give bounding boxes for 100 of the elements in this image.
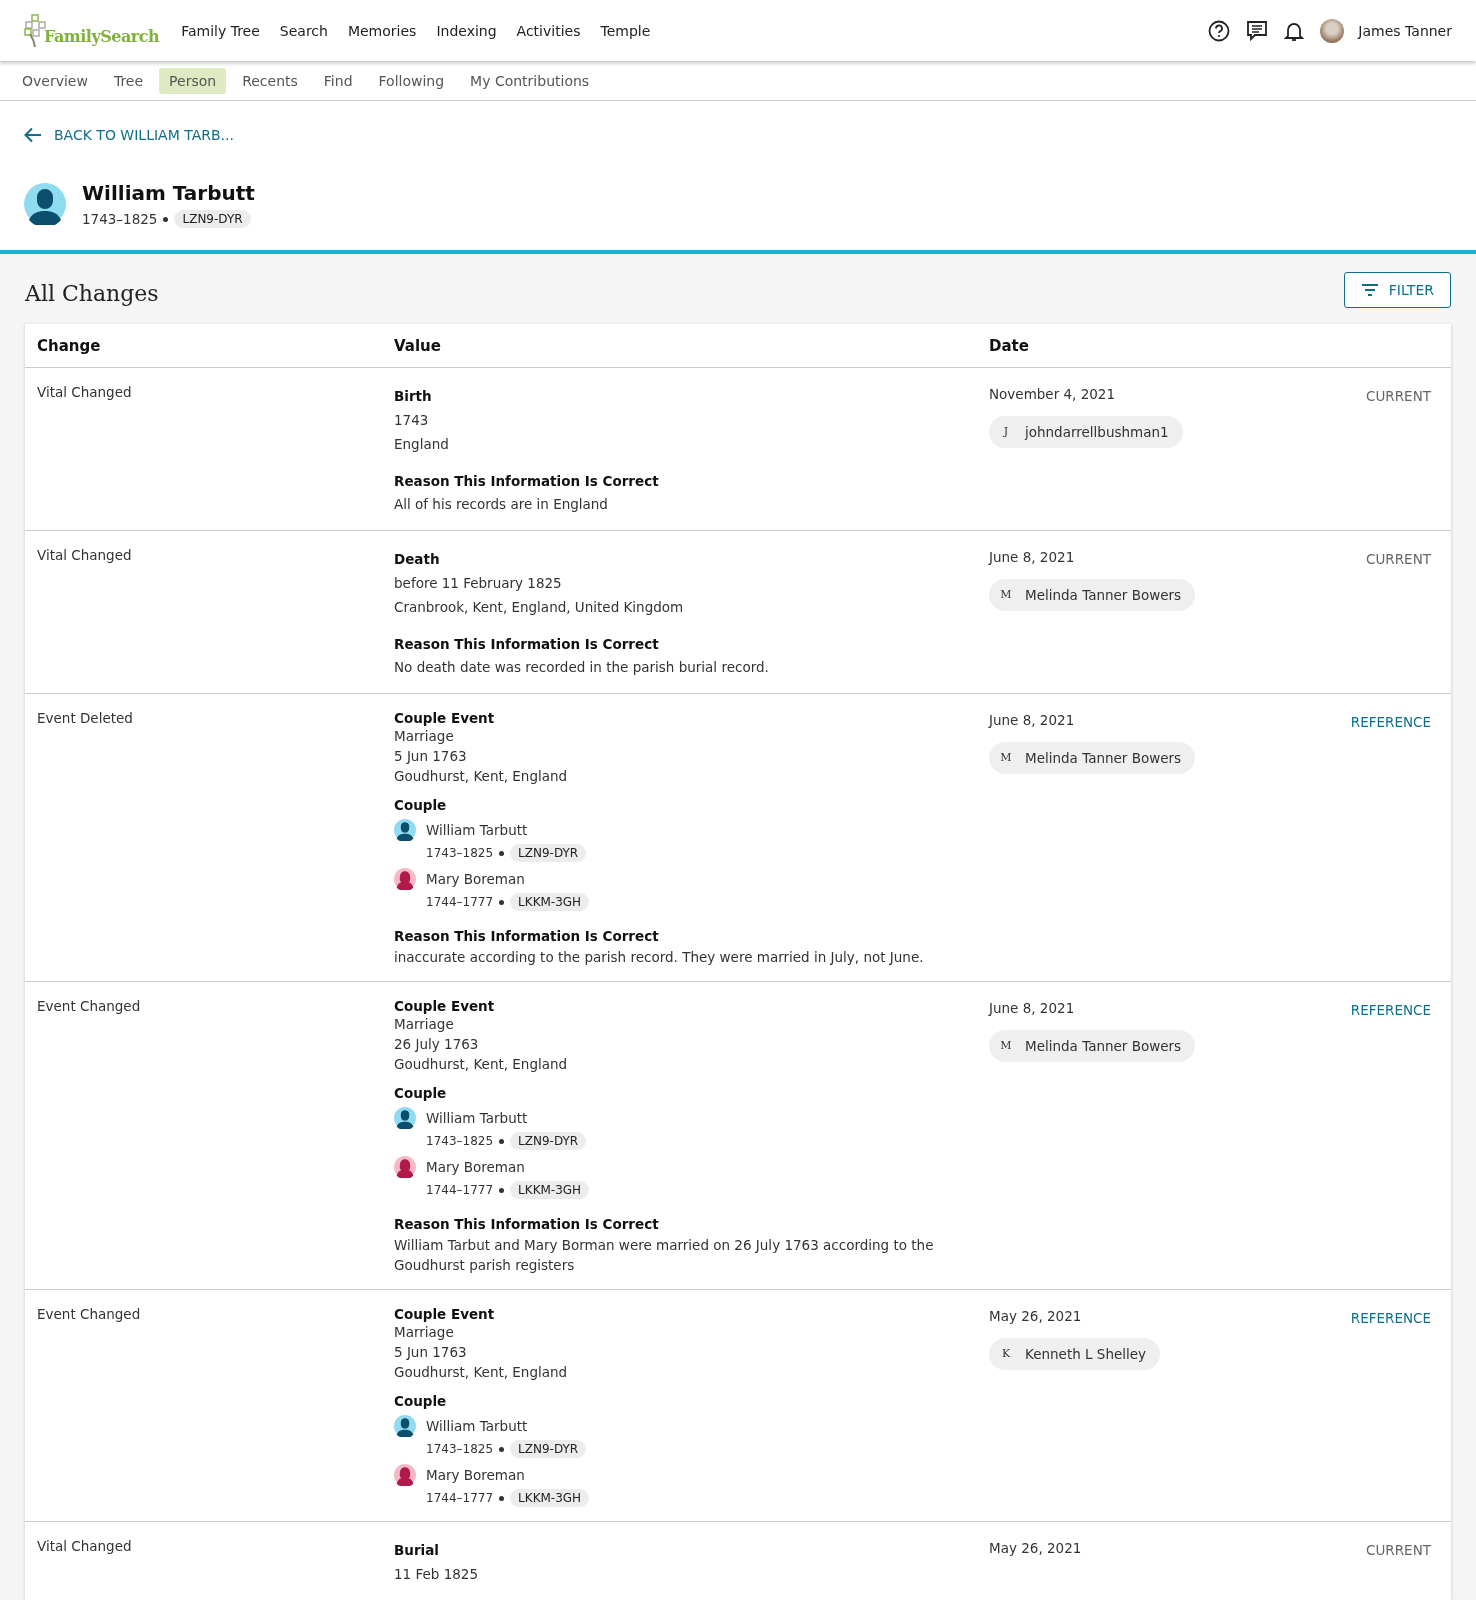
contributor-chip[interactable]: M Melinda Tanner Bowers	[989, 1030, 1196, 1062]
value-line: 11 Feb 1825	[394, 1565, 480, 1584]
separator-dot	[499, 1446, 505, 1452]
person-link[interactable]: Mary Boreman	[426, 1156, 590, 1178]
separator-dot	[499, 850, 505, 856]
message-icon[interactable]	[1246, 19, 1269, 42]
nav-link[interactable]: Indexing	[436, 22, 497, 39]
value-line: Marriage	[394, 727, 455, 746]
column-header: Date	[989, 336, 1030, 355]
user-name[interactable]: James Tanner	[1358, 22, 1452, 39]
filter-icon	[1360, 283, 1379, 297]
reason-label: Reason This Information Is Correct	[394, 1215, 660, 1234]
nav-link[interactable]: Temple	[600, 22, 651, 39]
value-line: 5 Jun 1763	[394, 1343, 468, 1362]
person-years: 1743–1825	[426, 1442, 494, 1456]
person-id-tag[interactable]: LZN9-DYR	[174, 210, 251, 228]
subnav-tab[interactable]: Person	[159, 67, 227, 94]
subnav-tab[interactable]: Following	[368, 67, 455, 94]
person-years: 1744–1777	[426, 1183, 494, 1197]
separator-dot	[499, 1138, 505, 1144]
person-link[interactable]: William Tarbutt	[426, 819, 587, 841]
avatar-silhouette-icon	[394, 1415, 416, 1437]
change-type: Event Changed	[37, 1306, 141, 1322]
change-type: Event Changed	[37, 998, 141, 1014]
contributor-chip[interactable]: J johndarrellbushman1	[989, 416, 1183, 448]
change-type: Event Deleted	[37, 710, 133, 726]
value-line: England	[394, 435, 450, 454]
change-date: May 26, 2021	[989, 1540, 1082, 1556]
value-title: Couple Event	[394, 998, 496, 1014]
subnav-tab[interactable]: Find	[313, 67, 363, 94]
person-id-tag[interactable]: LZN9-DYR	[510, 1440, 587, 1458]
person-years: 1743–1825	[426, 1134, 494, 1148]
value-title: Couple Event	[394, 710, 496, 726]
change-date: June 8, 2021	[989, 549, 1075, 565]
person-id-tag[interactable]: LZN9-DYR	[510, 844, 587, 862]
reference-link[interactable]: REFERENCE	[1350, 1310, 1431, 1326]
change-date: November 4, 2021	[989, 386, 1116, 402]
value-line: Goudhurst, Kent, England	[394, 767, 569, 786]
value-line: Goudhurst, Kent, England	[394, 1363, 569, 1382]
contributor-chip[interactable]: M Melinda Tanner Bowers	[989, 579, 1196, 611]
status-label: CURRENT	[1366, 551, 1431, 567]
change-type: Vital Changed	[37, 384, 132, 400]
person-link[interactable]: William Tarbutt	[426, 1415, 587, 1437]
help-icon[interactable]	[1208, 19, 1231, 42]
separator-dot	[499, 899, 505, 905]
couple-label: Couple	[394, 1393, 448, 1409]
avatar-silhouette-icon	[24, 183, 66, 225]
status-label: CURRENT	[1366, 1542, 1431, 1558]
subnav-tab[interactable]: Recents	[232, 67, 308, 94]
status-label: CURRENT	[1366, 388, 1431, 404]
subnav-tab[interactable]: Tree	[103, 67, 154, 94]
value-line: before 11 February 1825	[394, 574, 563, 593]
value-title: Birth	[394, 387, 433, 406]
person-link[interactable]: Mary Boreman	[426, 868, 590, 890]
reference-link[interactable]: REFERENCE	[1350, 1002, 1431, 1018]
person-link[interactable]: Mary Boreman	[426, 1464, 590, 1486]
user-avatar[interactable]	[1320, 18, 1345, 43]
value-line: 1743	[394, 411, 430, 430]
nav-link[interactable]: Memories	[347, 22, 417, 39]
avatar-silhouette-icon	[394, 819, 416, 841]
avatar-silhouette-icon	[394, 1156, 416, 1178]
nav-link[interactable]: Search	[279, 22, 328, 39]
column-header: Value	[394, 336, 442, 355]
avatar-silhouette-icon	[394, 1464, 416, 1486]
reason-label: Reason This Information Is Correct	[394, 927, 660, 946]
person-id-tag[interactable]: LZN9-DYR	[510, 1132, 587, 1150]
reason-text: No death date was recorded in the parish burial record.	[394, 658, 770, 677]
person-years: 1744–1777	[426, 1491, 494, 1505]
change-date: June 8, 2021	[989, 1000, 1075, 1016]
subnav-tab[interactable]: My Contributions	[460, 67, 600, 94]
contributor-chip[interactable]: M Melinda Tanner Bowers	[989, 742, 1196, 774]
person-id-tag[interactable]: LKKM-3GH	[510, 1181, 590, 1199]
reason-label: Reason This Information Is Correct	[394, 635, 660, 654]
person-years: 1743–1825	[82, 211, 158, 227]
person-years: 1743–1825	[426, 846, 494, 860]
change-type: Vital Changed	[37, 547, 132, 563]
couple-label: Couple	[394, 797, 448, 813]
person-id-tag[interactable]: LKKM-3GH	[510, 1489, 590, 1507]
nav-link[interactable]: Family Tree	[181, 22, 260, 39]
value-title: Burial	[394, 1541, 440, 1560]
filter-button[interactable]: FILTER	[1343, 272, 1451, 308]
reference-link[interactable]: REFERENCE	[1350, 714, 1431, 730]
change-date: June 8, 2021	[989, 712, 1075, 728]
value-line: Marriage	[394, 1015, 455, 1034]
arrow-left-icon	[24, 127, 42, 143]
person-link[interactable]: William Tarbutt	[426, 1107, 587, 1129]
value-line: 5 Jun 1763	[394, 747, 468, 766]
value-line: 26 July 1763	[394, 1035, 480, 1054]
change-type: Vital Changed	[37, 1538, 132, 1554]
value-line: Cranbrook, Kent, England, United Kingdom	[394, 598, 685, 617]
nav-link[interactable]: Activities	[516, 22, 581, 39]
value-title: Couple Event	[394, 1306, 496, 1322]
person-id-tag[interactable]: LKKM-3GH	[510, 893, 590, 911]
separator-dot	[163, 216, 169, 222]
subnav-tab[interactable]: Overview	[12, 67, 98, 94]
contributor-chip[interactable]: K Kenneth L Shelley	[989, 1338, 1161, 1370]
value-line: Marriage	[394, 1323, 455, 1342]
back-link[interactable]: BACK TO WILLIAM TARB...	[24, 127, 234, 143]
column-header: Change	[37, 336, 102, 355]
reason-label: Reason This Information Is Correct	[394, 472, 660, 491]
